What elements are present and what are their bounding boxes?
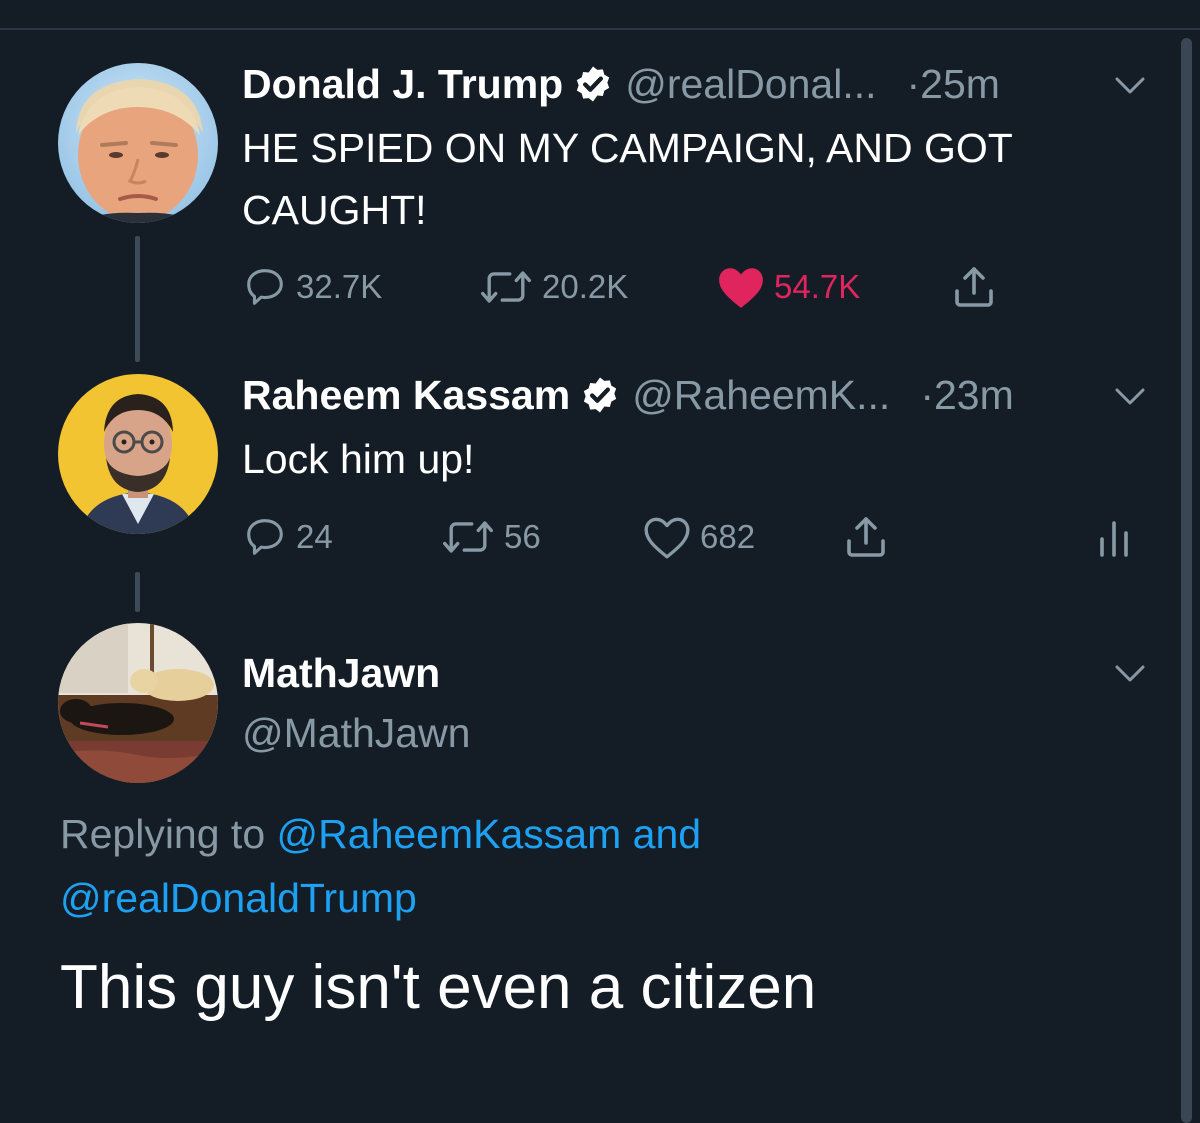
share-icon — [955, 267, 993, 307]
verified-icon — [584, 377, 617, 413]
like-button[interactable]: 682 — [642, 512, 755, 562]
like-count: 54.7K — [774, 268, 861, 305]
verified-icon — [577, 66, 610, 102]
avatar[interactable] — [58, 63, 218, 223]
scrollbar[interactable] — [1181, 38, 1192, 1123]
timestamp[interactable]: 25m — [920, 61, 1000, 108]
avatar[interactable] — [58, 374, 218, 534]
separator-dot: · — [906, 60, 921, 107]
analytics-button[interactable] — [1098, 512, 1130, 562]
display-name[interactable]: Donald J. Trump — [242, 61, 563, 108]
share-button[interactable] — [950, 262, 998, 312]
handle[interactable]: @realDonal... — [625, 61, 876, 108]
retweet-count: 20.2K — [542, 268, 629, 305]
display-name[interactable]: Raheem Kassam — [242, 372, 570, 419]
separator-dot: · — [920, 371, 934, 418]
like-count: 682 — [700, 518, 756, 555]
like-button[interactable]: 54.7K — [716, 262, 860, 312]
chevron-down-icon[interactable] — [1114, 75, 1146, 97]
tweet-header: Donald J. Trump @realDonal... · 25m — [242, 58, 1000, 110]
heart-icon — [719, 268, 763, 308]
retweet-button[interactable]: 20.2K — [478, 262, 628, 312]
share-icon — [847, 517, 885, 557]
top-divider — [0, 28, 1200, 30]
retweet-button[interactable]: 56 — [440, 512, 541, 562]
retweet-icon — [442, 521, 494, 553]
handle[interactable]: @MathJawn — [242, 710, 470, 757]
tweet-header: Raheem Kassam @RaheemK... · 23m — [242, 369, 1014, 421]
replying-prefix: Replying to — [60, 811, 266, 857]
timestamp[interactable]: 23m — [934, 372, 1014, 419]
mention-link[interactable]: @realDonaldTrump — [60, 875, 417, 921]
reply-icon — [247, 519, 283, 555]
replying-to: Replying to @RaheemKassam and @realDonal… — [60, 802, 960, 930]
reply-text: This guy isn't even a citizen — [60, 953, 817, 1022]
avatar[interactable] — [58, 623, 218, 783]
replying-and[interactable]: and — [633, 811, 701, 857]
reply-icon — [247, 269, 283, 305]
chevron-down-icon[interactable] — [1114, 663, 1146, 685]
reply-count: 24 — [296, 518, 333, 555]
reply-button[interactable]: 24 — [242, 512, 333, 562]
handle[interactable]: @RaheemK... — [632, 372, 890, 419]
display-name[interactable]: MathJawn — [242, 650, 440, 697]
heart-icon — [644, 517, 690, 559]
retweet-icon — [480, 271, 532, 303]
reply-count: 32.7K — [296, 268, 383, 305]
chevron-down-icon[interactable] — [1114, 386, 1146, 408]
analytics-icon — [1100, 521, 1128, 557]
retweet-count: 56 — [504, 518, 541, 555]
thread-line — [135, 572, 140, 612]
share-button[interactable] — [842, 512, 890, 562]
reply-button[interactable]: 32.7K — [242, 262, 382, 312]
thread-line — [135, 236, 140, 362]
tweet-text: Lock him up! — [242, 436, 475, 482]
tweet-text: HE SPIED ON MY CAMPAIGN, AND GOT CAUGHT! — [242, 125, 1013, 233]
mention-link[interactable]: @RaheemKassam — [277, 811, 622, 857]
